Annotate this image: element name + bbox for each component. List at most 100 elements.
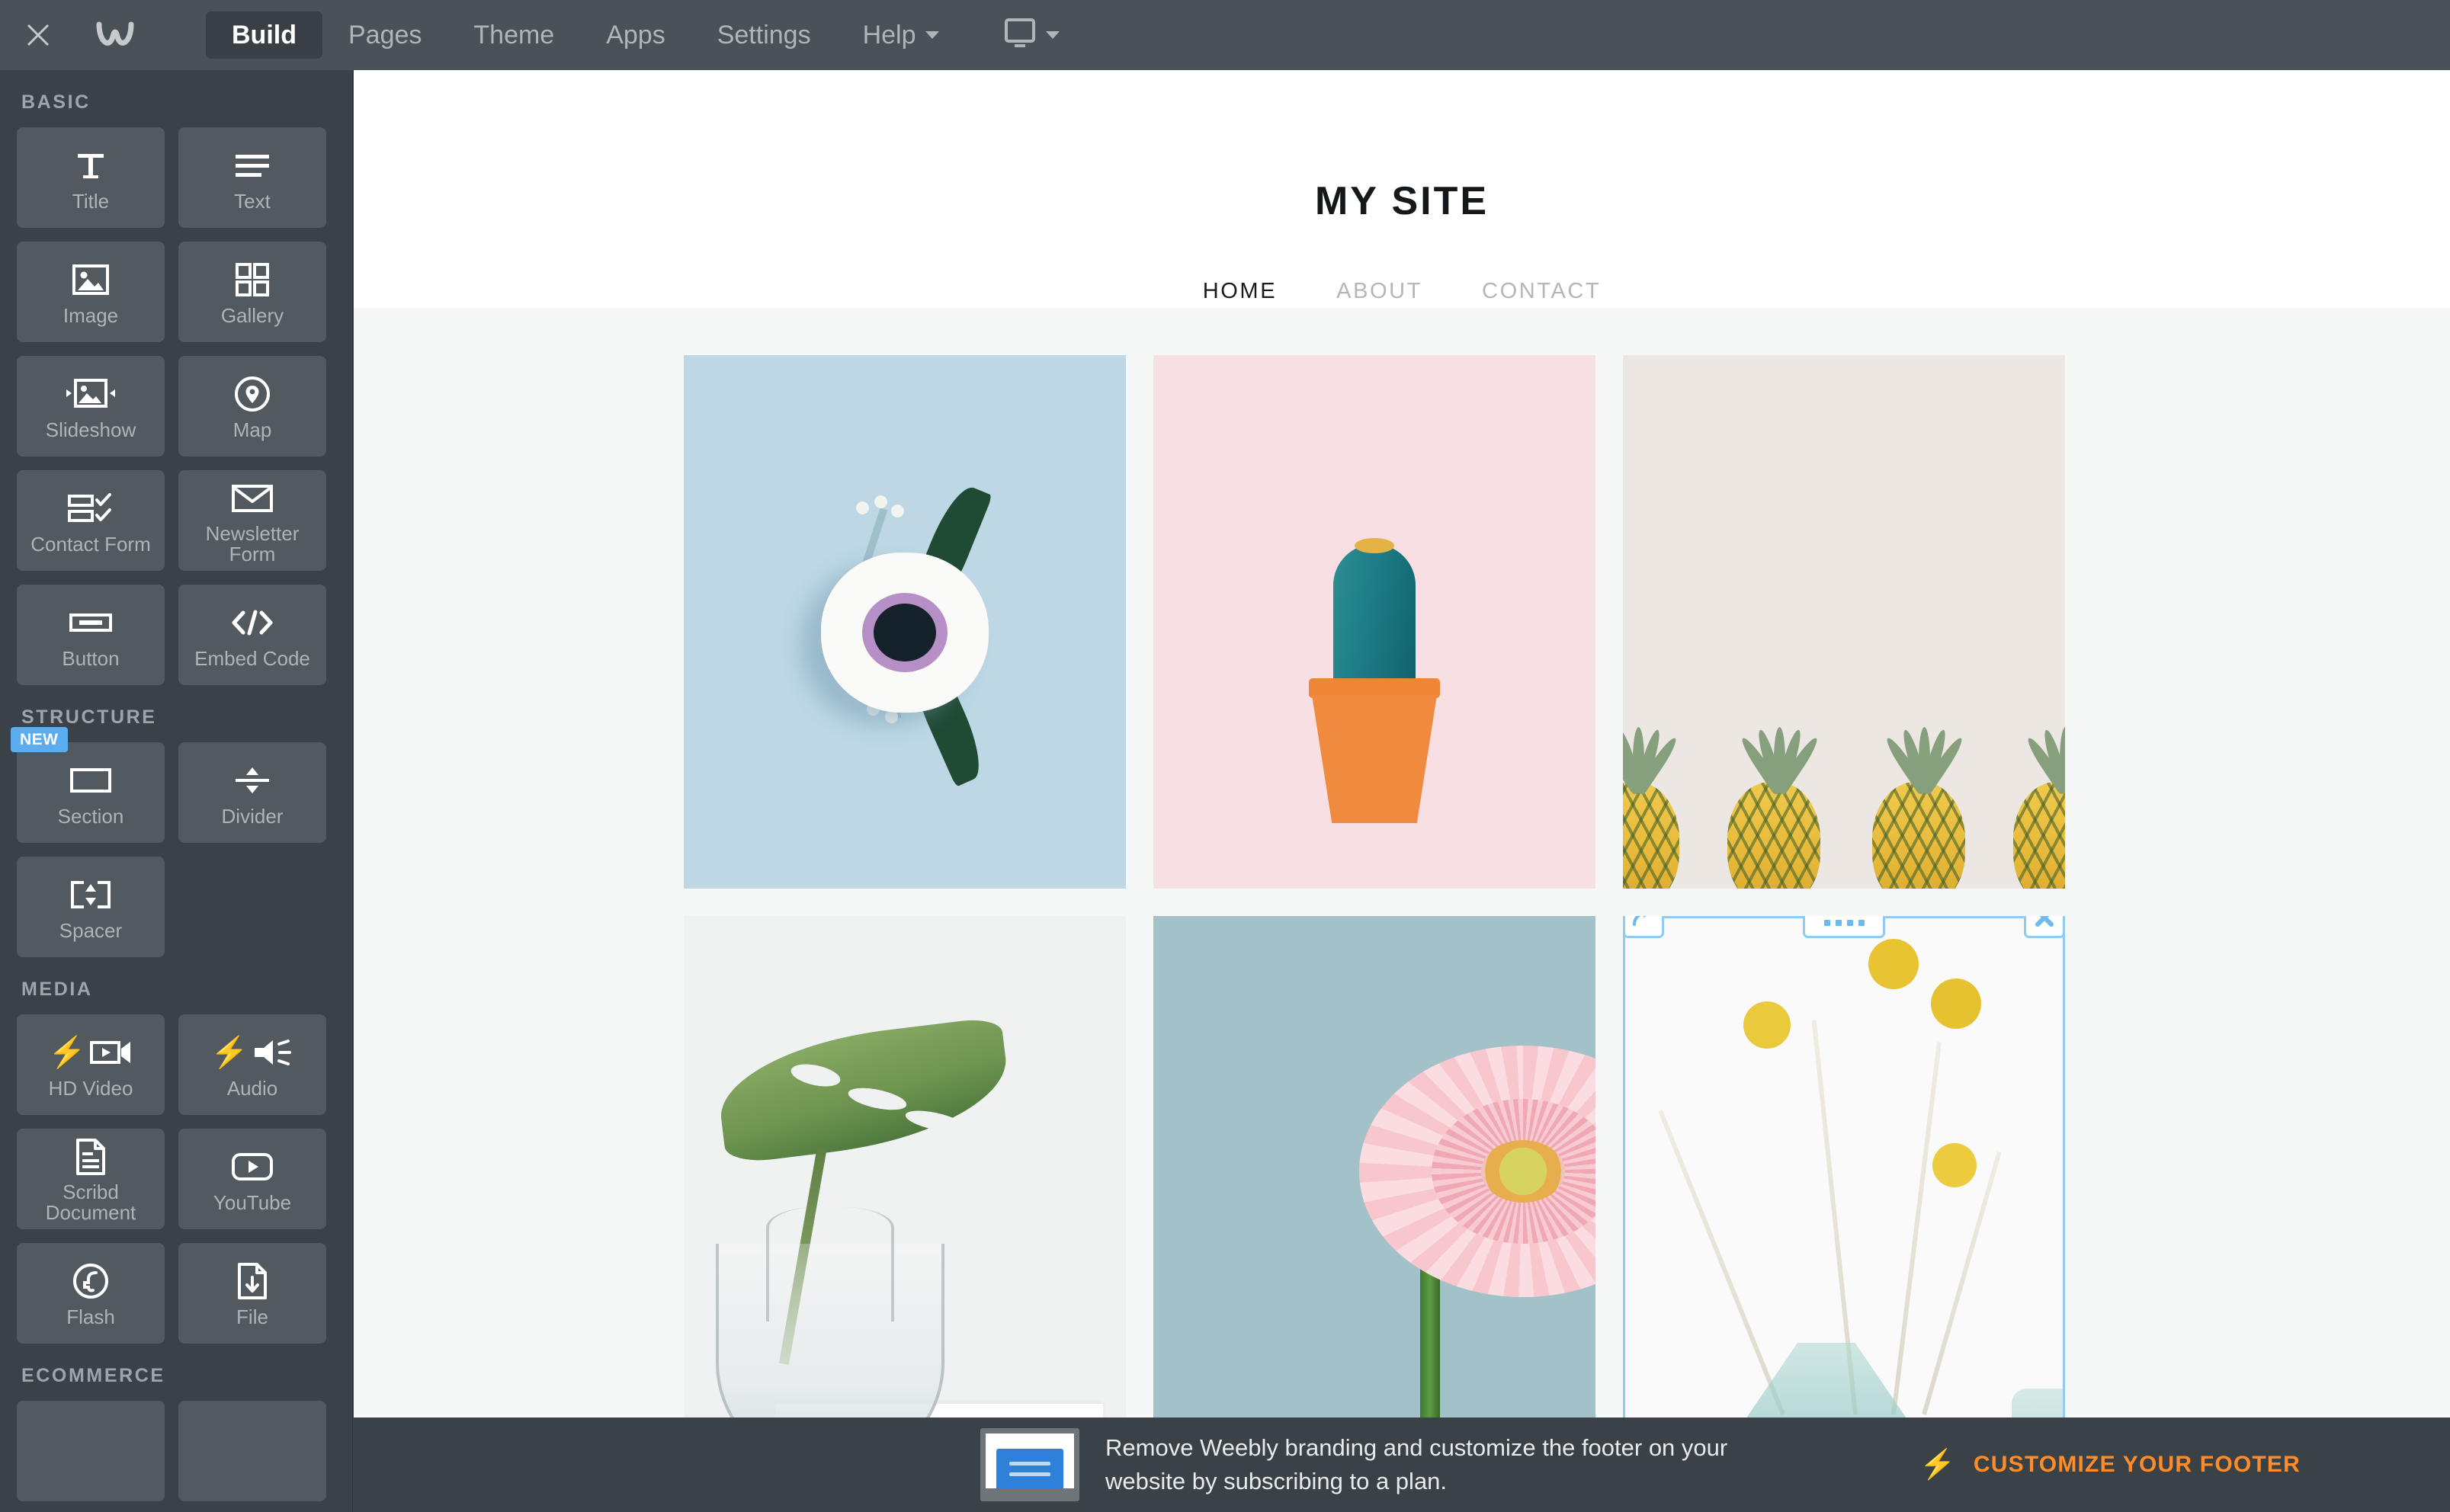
chevron-down-icon — [925, 31, 939, 39]
video-camera-icon: ⚡ — [48, 1030, 133, 1075]
element-tile-flash[interactable]: Flash — [17, 1243, 165, 1344]
device-preview-selector[interactable] — [988, 0, 1075, 70]
tile-label: Gallery — [220, 303, 284, 327]
white-anemone-flower-on-light-blue-photo — [684, 355, 1126, 889]
element-tile-spacer[interactable]: Spacer — [17, 857, 165, 957]
gallery-item[interactable] — [684, 355, 1126, 889]
pineapple — [1623, 727, 1680, 889]
tile-grid-structure: NEW Section Divider Spacer — [0, 727, 352, 957]
site-nav-contact[interactable]: CONTACT — [1482, 279, 1601, 304]
thumb-line — [1009, 1461, 1050, 1466]
gallery-item[interactable] — [1153, 355, 1595, 889]
section-header-ecommerce: ECOMMERCE — [21, 1365, 165, 1386]
nav-tab-settings[interactable]: Settings — [691, 11, 837, 59]
element-tile-youtube[interactable]: YouTube — [178, 1129, 326, 1229]
monstera-leaf-in-glass-vase-photo — [684, 916, 1126, 1418]
secondary-vase — [2012, 1389, 2065, 1418]
footer-preview-thumbnail — [980, 1428, 1079, 1501]
nav-label: Pages — [348, 20, 422, 50]
element-tile-audio[interactable]: ⚡ Audio — [178, 1014, 326, 1115]
gallery-item-selected[interactable] — [1623, 916, 2065, 1418]
nav-label: Build — [232, 20, 297, 50]
site-preview-canvas[interactable]: MY SITE HOME ABOUT CONTACT — [354, 70, 2450, 1418]
yellow-billy-balls-in-mint-vase-photo — [1623, 916, 2065, 1418]
pink-gerbera-daisy-on-teal-photo — [1153, 916, 1595, 1418]
spacer-icon — [69, 873, 113, 917]
element-tile-slideshow[interactable]: Slideshow — [17, 356, 165, 456]
pineapple — [2013, 727, 2065, 889]
gallery-item[interactable] — [684, 916, 1126, 1418]
document-icon — [74, 1135, 107, 1179]
tile-label: Audio — [226, 1076, 278, 1100]
tile-label: Spacer — [59, 918, 123, 942]
site-title[interactable]: MY SITE — [354, 70, 2450, 224]
element-tile-map[interactable]: Map — [178, 356, 326, 456]
tile-label: Text — [234, 189, 271, 213]
nav-tab-build[interactable]: Build — [206, 11, 322, 59]
tile-label: Divider — [221, 804, 284, 828]
vase-neck — [766, 1207, 894, 1321]
nav-tab-theme[interactable]: Theme — [447, 11, 580, 59]
speaker-icon: ⚡ — [210, 1030, 294, 1075]
delete-element-handle[interactable] — [2024, 916, 2065, 938]
element-tile-scribd-document[interactable]: Scribd Document — [17, 1129, 165, 1229]
element-tile-gallery[interactable]: Gallery — [178, 242, 326, 342]
element-tile-ecommerce-partial-2[interactable] — [178, 1401, 326, 1501]
move-element-handle[interactable] — [1623, 916, 1664, 938]
tile-label: Slideshow — [45, 418, 136, 441]
gallery-section — [354, 308, 2450, 1418]
element-tile-text[interactable]: Text — [178, 127, 326, 228]
element-tile-embed-code[interactable]: Embed Code — [178, 585, 326, 685]
element-tile-button[interactable]: Button — [17, 585, 165, 685]
weebly-logo[interactable] — [76, 0, 160, 70]
tile-grid-ecommerce — [0, 1401, 352, 1501]
cactus-in-orange-pot-on-pink-photo — [1153, 355, 1595, 889]
nav-tab-pages[interactable]: Pages — [322, 11, 447, 59]
move-arrow-icon — [1633, 916, 1647, 926]
tile-grid-media: ⚡ HD Video ⚡ Audio Scribd Document YouTu… — [0, 1014, 352, 1344]
tile-label: Newsletter Form — [205, 521, 300, 565]
pot-body — [1312, 695, 1437, 823]
text-lines-icon — [232, 143, 272, 187]
element-tile-hd-video[interactable]: ⚡ HD Video — [17, 1014, 165, 1115]
file-download-icon — [236, 1259, 269, 1303]
nav-tab-help[interactable]: Help — [837, 11, 965, 59]
gallery-item[interactable] — [1153, 916, 1595, 1418]
tile-label: Title — [72, 189, 110, 213]
contact-form-icon — [67, 486, 114, 530]
tile-label: Flash — [66, 1305, 115, 1328]
element-tile-ecommerce-partial-1[interactable] — [17, 1401, 165, 1501]
flash-circle-icon — [71, 1259, 111, 1303]
gallery-item[interactable] — [1623, 355, 2065, 889]
element-tile-contact-form[interactable]: Contact Form — [17, 470, 165, 571]
element-tile-title[interactable]: Title — [17, 127, 165, 228]
close-editor-button[interactable] — [0, 0, 76, 70]
thumb-line — [1009, 1472, 1050, 1476]
youtube-play-icon — [231, 1145, 274, 1189]
element-tile-divider[interactable]: Divider — [178, 742, 326, 843]
element-tile-section[interactable]: NEW Section — [11, 727, 165, 843]
customize-footer-button[interactable]: ⚡ CUSTOMIZE YOUR FOOTER — [1919, 1450, 2301, 1479]
slideshow-icon — [65, 372, 117, 416]
nav-tab-apps[interactable]: Apps — [580, 11, 691, 59]
banner-message: Remove Weebly branding and customize the… — [1105, 1434, 1728, 1494]
element-tile-newsletter-form[interactable]: Newsletter Form — [178, 470, 326, 571]
new-badge: NEW — [11, 727, 68, 752]
site-nav-about[interactable]: ABOUT — [1336, 279, 1422, 304]
element-tile-file[interactable]: File — [178, 1243, 326, 1344]
desktop-monitor-icon — [1004, 18, 1035, 47]
gerbera-bloom — [1359, 1046, 1595, 1297]
weebly-logo-icon — [96, 21, 134, 46]
map-pin-icon — [232, 372, 272, 416]
lightning-bolt-icon: ⚡ — [1919, 1449, 1957, 1481]
tile-label: Scribd Document — [45, 1180, 136, 1224]
site-nav-home[interactable]: HOME — [1203, 279, 1277, 304]
image-gallery — [684, 355, 2065, 1418]
gallery-grid-icon — [234, 258, 271, 302]
pineapple — [1727, 727, 1821, 889]
tile-label: Contact Form — [30, 532, 151, 556]
section-header-basic: BASIC — [21, 91, 91, 113]
element-tile-image[interactable]: Image — [17, 242, 165, 342]
drag-element-handle[interactable] — [1803, 916, 1885, 938]
elements-sidebar[interactable]: BASIC Title Text Image Gallery Slideshow… — [0, 70, 353, 1512]
